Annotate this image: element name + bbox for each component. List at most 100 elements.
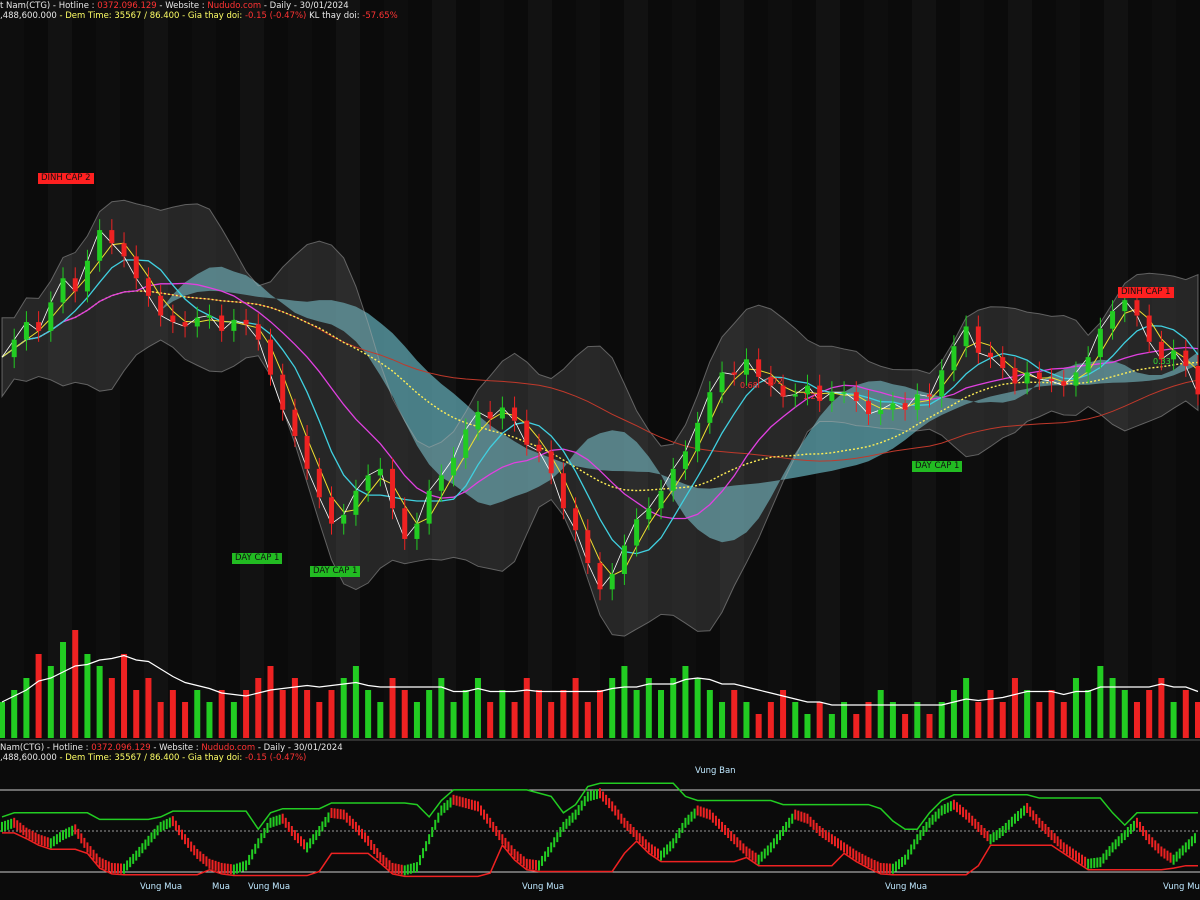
osc-mark: [1190, 836, 1193, 847]
candle-body: [963, 326, 969, 347]
osc-mark: [495, 826, 498, 836]
volume-bar: [267, 666, 274, 738]
osc-mark: [818, 826, 821, 836]
osc-mark: [553, 837, 556, 848]
candle-body: [719, 372, 725, 393]
candle-body: [133, 256, 139, 279]
volume-bar: [401, 690, 408, 738]
osc-mark: [1181, 845, 1184, 856]
volume-bar: [499, 690, 506, 738]
osc-mark: [858, 852, 861, 863]
osc-mark: [113, 863, 116, 874]
osc-mark: [86, 842, 89, 853]
osc-mark: [440, 805, 443, 816]
osc-mark: [699, 806, 702, 817]
osc-mark: [303, 839, 306, 850]
trough-label-a: DAY CAP 1: [232, 553, 283, 564]
volume-bar: [584, 702, 591, 738]
osc-mark: [123, 863, 126, 874]
volume-bar: [377, 702, 384, 738]
osc-website-label: - Website :: [150, 743, 202, 753]
volume-bar: [1048, 690, 1055, 738]
volume-bar: [621, 666, 628, 738]
osc-website-link[interactable]: Nududo.com: [201, 743, 255, 753]
osc-mark: [275, 815, 278, 826]
volume-bar: [633, 690, 640, 738]
osc-mark: [1044, 823, 1047, 834]
osc-mark: [745, 846, 748, 857]
osc-mark: [443, 802, 446, 813]
osc-mark: [7, 819, 10, 830]
osc-mark: [779, 830, 782, 841]
osc-mark: [501, 834, 504, 845]
osc-mark: [1102, 853, 1105, 864]
volume-change-label: KL thay doi:: [306, 11, 363, 21]
trough-label-b: DAY CAP 1: [310, 566, 361, 577]
osc-mark: [1050, 830, 1053, 841]
osc-mark: [58, 832, 61, 843]
candle-body: [1061, 381, 1067, 386]
candle-body: [707, 392, 713, 423]
osc-mark: [217, 861, 220, 872]
candle-body: [48, 302, 54, 331]
candle-body: [1134, 300, 1140, 316]
osc-mark: [55, 834, 58, 845]
osc-mark: [690, 811, 693, 822]
osc-mark: [577, 805, 580, 816]
candle-body: [1171, 350, 1177, 360]
osc-mark: [98, 857, 101, 868]
osc-mark: [361, 828, 364, 839]
osc-mark: [922, 826, 925, 836]
osc-mark: [971, 815, 974, 826]
level-label-a: 0.68: [740, 381, 758, 390]
candle-body: [390, 468, 396, 509]
candle-body: [988, 352, 994, 358]
osc-mark: [565, 818, 568, 829]
osc-mark: [95, 853, 98, 864]
osc-mark: [754, 852, 757, 863]
osc-mark: [287, 821, 290, 832]
osc-mark: [904, 854, 907, 865]
osc-mark: [272, 816, 275, 827]
osc-mark: [492, 821, 495, 832]
osc-mark: [223, 863, 226, 874]
candle-body: [548, 451, 554, 474]
osc-mark: [391, 862, 394, 873]
osc-mark: [980, 824, 983, 835]
candle-body: [585, 530, 591, 564]
osc-mark: [821, 828, 824, 839]
osc-mark: [62, 830, 65, 841]
candle-body: [829, 392, 835, 401]
osc-mark: [1084, 856, 1087, 867]
osc-mark: [1142, 826, 1145, 836]
osc-mark: [406, 864, 409, 875]
website-link[interactable]: Nududo.com: [207, 1, 261, 11]
osc-mark: [153, 828, 156, 839]
osc-mark: [544, 851, 547, 862]
candle-body: [695, 422, 701, 452]
candle-body: [560, 473, 566, 509]
osc-mark: [748, 848, 751, 859]
candle-body: [499, 407, 505, 419]
osc-mark: [537, 860, 540, 871]
volume-bar: [694, 678, 701, 738]
osc-mark: [1032, 810, 1035, 821]
osc-mark: [1065, 844, 1068, 855]
volume-bar: [23, 678, 30, 738]
candle-body: [219, 315, 225, 331]
candle-body: [60, 278, 66, 303]
osc-mark: [611, 801, 614, 812]
osc-mark: [92, 849, 95, 860]
osc-mark: [547, 846, 550, 857]
osc-mark: [1163, 848, 1166, 859]
osc-mark: [717, 818, 720, 829]
candle-body: [609, 574, 615, 590]
candle-body: [731, 372, 737, 375]
osc-mark: [1139, 821, 1142, 832]
osc-mark: [1023, 805, 1026, 816]
candle-body: [1036, 372, 1042, 380]
oscillator-header-line1: Nam(CTG) - Hotline : 0372.096.129 - Webs…: [0, 743, 343, 753]
osc-mark: [794, 809, 797, 820]
volume-bar: [1170, 702, 1177, 738]
osc-mark: [986, 831, 989, 842]
